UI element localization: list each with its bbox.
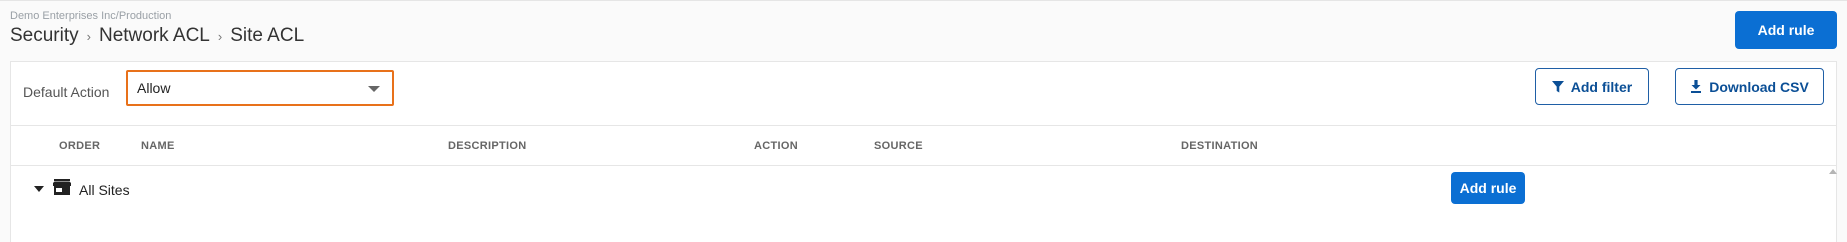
breadcrumb: Security › Network ACL › Site ACL	[10, 25, 304, 47]
download-csv-button[interactable]: Download CSV	[1675, 68, 1824, 105]
breadcrumb-separator-icon: ›	[86, 28, 91, 44]
column-header-order[interactable]: ORDER	[59, 140, 100, 152]
default-action-label: Default Action	[23, 84, 110, 100]
breadcrumb-site-acl: Site ACL	[230, 25, 305, 46]
download-csv-label: Download CSV	[1709, 78, 1809, 95]
breadcrumb-network-acl[interactable]: Network ACL	[99, 25, 210, 47]
group-label: All Sites	[79, 182, 130, 198]
add-filter-button[interactable]: Add filter	[1535, 68, 1649, 105]
add-rule-button[interactable]: Add rule	[1735, 11, 1837, 49]
group-add-rule-button[interactable]: Add rule	[1451, 172, 1525, 204]
column-header-name[interactable]: NAME	[141, 140, 175, 152]
caret-down-icon[interactable]	[34, 186, 44, 192]
default-action-value: Allow	[137, 80, 171, 96]
chevron-down-icon	[368, 86, 380, 92]
table-header: ORDER NAME DESCRIPTION ACTION SOURCE DES…	[11, 126, 1836, 166]
breadcrumb-separator-icon: ›	[217, 28, 223, 44]
scroll-up-icon[interactable]	[1829, 169, 1837, 174]
column-header-description[interactable]: DESCRIPTION	[448, 140, 526, 152]
group-row-all-sites: All Sites Add rule	[11, 166, 1836, 242]
breadcrumb-security[interactable]: Security	[10, 25, 79, 47]
acl-card: Default Action Allow Add filter Download…	[10, 61, 1837, 242]
store-icon	[53, 179, 71, 195]
funnel-icon	[1551, 80, 1564, 92]
default-action-select[interactable]: Allow	[126, 70, 394, 106]
column-header-destination[interactable]: DESTINATION	[1181, 140, 1258, 152]
add-filter-label: Add filter	[1570, 78, 1633, 95]
acl-toolbar: Default Action Allow Add filter Download…	[11, 62, 1836, 126]
page-header: Demo Enterprises Inc/Production Security…	[10, 10, 304, 47]
column-header-action[interactable]: ACTION	[754, 140, 798, 152]
download-icon	[1691, 80, 1702, 93]
acl-page: Demo Enterprises Inc/Production Security…	[0, 0, 1847, 242]
column-header-source[interactable]: SOURCE	[874, 140, 923, 152]
org-path: Demo Enterprises Inc/Production	[10, 10, 172, 22]
top-divider	[0, 0, 1847, 1]
